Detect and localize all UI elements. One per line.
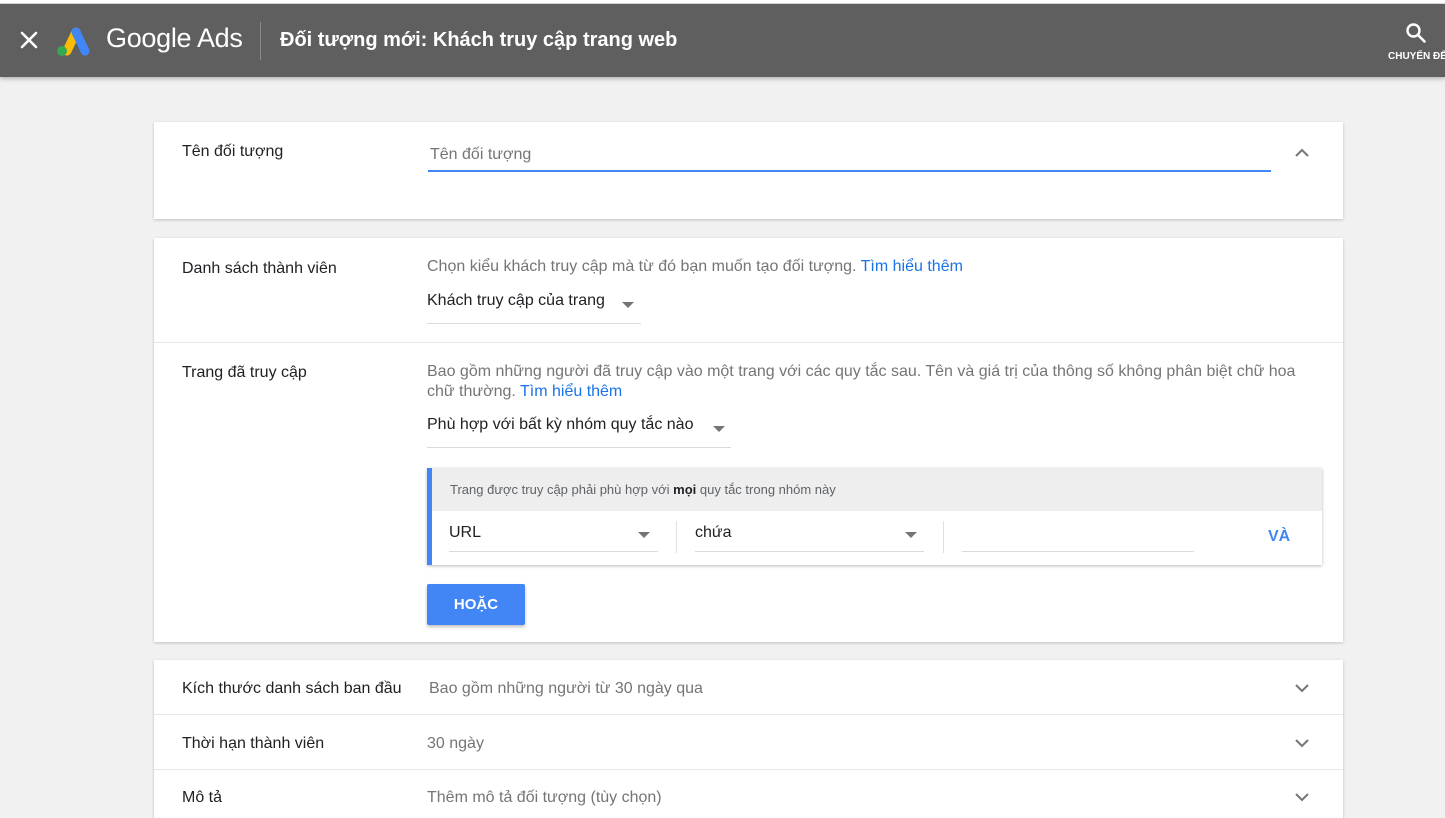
- rule-operator-dropdown[interactable]: chứa: [695, 516, 924, 552]
- goto-button[interactable]: CHUYỂN ĐẾN: [1384, 20, 1445, 66]
- dropdown-caret-icon: [905, 532, 917, 538]
- rule-separator: [676, 521, 677, 553]
- chevron-up-icon[interactable]: [1292, 143, 1312, 163]
- members-type-value: Khách truy cập của trang: [427, 292, 605, 309]
- visited-learn-more-link[interactable]: Tìm hiểu thêm: [520, 383, 622, 400]
- brand-name: Google Ads: [106, 23, 243, 53]
- members-learn-more-link[interactable]: Tìm hiểu thêm: [861, 258, 963, 275]
- search-icon: [1406, 23, 1426, 43]
- initial-size-value: Bao gồm những người từ 30 ngày qua: [429, 680, 703, 697]
- rule-field-value: URL: [449, 524, 482, 541]
- rule-value-input[interactable]: [962, 518, 1194, 552]
- section-divider: [154, 342, 1343, 343]
- match-rule-value: Phù hợp với bất kỳ nhóm quy tắc nào: [427, 416, 694, 433]
- rule-field-dropdown[interactable]: URL: [449, 516, 658, 552]
- dropdown-caret-icon: [622, 302, 634, 308]
- app-header: Google Ads Đối tượng mới: Khách truy cập…: [0, 4, 1445, 77]
- membership-duration-row[interactable]: Thời hạn thành viên 30 ngày: [154, 715, 1343, 769]
- page-title: Đối tượng mới: Khách truy cập trang web: [280, 29, 678, 51]
- rule-group-header: Trang được truy cập phải phù hợp với mọi…: [432, 468, 1322, 511]
- rule-header-part: Trang được truy cập phải phù hợp với: [450, 482, 670, 497]
- rule-group-header-text: Trang được truy cập phải phù hợp với mọi…: [450, 482, 836, 497]
- goto-label: CHUYỂN ĐẾN: [1388, 51, 1445, 62]
- members-description-line: Chọn kiểu khách truy cập mà từ đó bạn mu…: [427, 258, 963, 276]
- initial-size-row[interactable]: Kích thước danh sách ban đầu Bao gồm nhữ…: [154, 660, 1343, 714]
- visited-pages-label: Trang đã truy cập: [182, 364, 307, 381]
- chevron-down-icon[interactable]: [1292, 733, 1312, 753]
- rule-header-bold: mọi: [673, 482, 697, 497]
- rule-separator: [943, 521, 944, 553]
- settings-card: Kích thước danh sách ban đầu Bao gồm nhữ…: [154, 660, 1343, 818]
- google-ads-logo: [54, 24, 92, 58]
- rule-operator-value: chứa: [695, 524, 732, 541]
- rule-header-part: quy tắc trong nhóm này: [699, 482, 836, 497]
- members-description: Chọn kiểu khách truy cập mà từ đó bạn mu…: [427, 258, 857, 275]
- dropdown-caret-icon: [638, 532, 650, 538]
- duration-value: 30 ngày: [427, 735, 484, 752]
- initial-size-label: Kích thước danh sách ban đầu: [182, 680, 402, 697]
- match-rule-dropdown[interactable]: Phù hợp với bất kỳ nhóm quy tắc nào: [427, 412, 731, 448]
- members-label: Danh sách thành viên: [182, 260, 337, 277]
- header-divider: [260, 22, 261, 60]
- chevron-down-icon[interactable]: [1292, 678, 1312, 698]
- close-icon[interactable]: [14, 25, 44, 55]
- duration-label: Thời hạn thành viên: [182, 735, 325, 752]
- audience-name-card: Tên đối tượng: [154, 122, 1343, 219]
- members-type-dropdown[interactable]: Khách truy cập của trang: [427, 288, 641, 324]
- rule-group: Trang được truy cập phải phù hợp với mọi…: [427, 468, 1322, 565]
- description-row[interactable]: Mô tả Thêm mô tả đối tượng (tùy chọn): [154, 770, 1343, 818]
- and-button[interactable]: VÀ: [1268, 528, 1290, 546]
- audience-rules-card: Danh sách thành viên Chọn kiểu khách tru…: [154, 238, 1343, 642]
- dropdown-caret-icon: [713, 426, 725, 432]
- description-value: Thêm mô tả đối tượng (tùy chọn): [427, 789, 662, 806]
- visited-description-block: Bao gồm những người đã truy cập vào một …: [427, 362, 1327, 402]
- chevron-down-icon[interactable]: [1292, 787, 1312, 807]
- or-button[interactable]: HOẶC: [427, 584, 525, 625]
- audience-name-input[interactable]: [428, 140, 1271, 172]
- audience-name-label: Tên đối tượng: [182, 143, 284, 160]
- description-label: Mô tả: [182, 789, 223, 806]
